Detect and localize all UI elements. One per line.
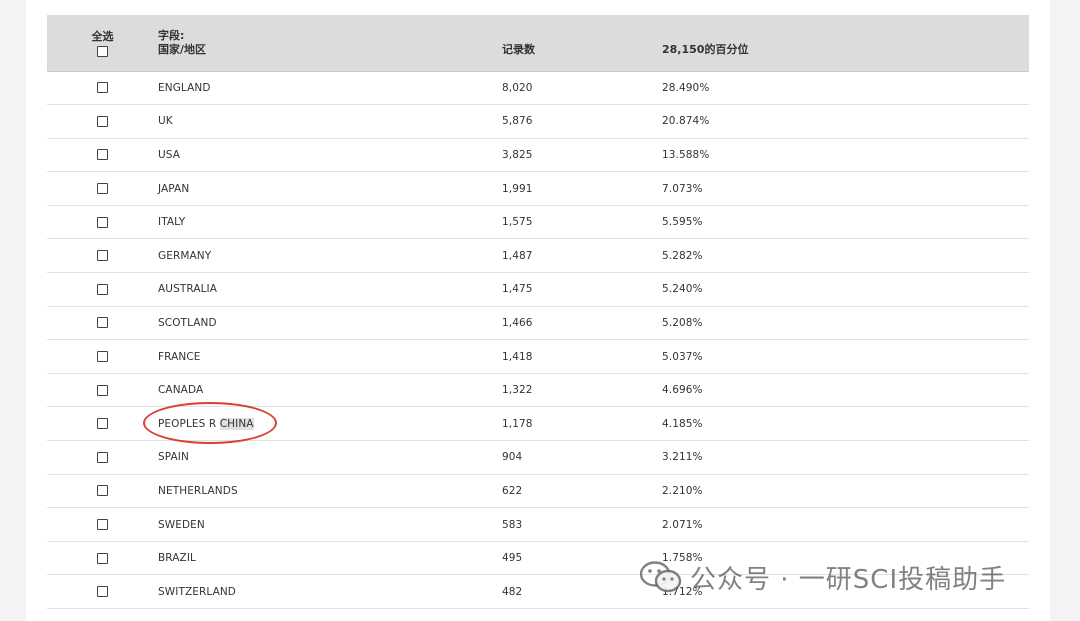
record-count: 622 [502, 474, 662, 509]
row-checkbox[interactable] [97, 317, 108, 329]
percentage: 5.208% [662, 306, 1029, 341]
country-name: USA [158, 138, 502, 173]
row-checkbox[interactable] [97, 250, 108, 262]
country-name: ENGLAND [158, 71, 502, 106]
table-row: CANADA 1,322 4.696% [47, 373, 1029, 408]
record-count: 1,418 [502, 339, 662, 374]
table-row: PEOPLES R CHINA 1,178 4.185% [47, 406, 1029, 442]
country-name: PEOPLES R CHINA [158, 406, 502, 442]
percentage: 7.073% [662, 171, 1029, 206]
select-all-header: 全选 [47, 15, 158, 72]
record-count: 583 [502, 507, 662, 542]
select-all-checkbox[interactable] [97, 45, 108, 57]
country-name: AUSTRALIA [158, 272, 502, 307]
row-checkbox[interactable] [97, 552, 108, 564]
row-checkbox[interactable] [97, 384, 108, 396]
table-row: ENGLAND 8,020 28.490% [47, 71, 1029, 106]
table-header-row: 全选 字段: 国家/地区 记录数 28,150的百分位 [47, 15, 1029, 72]
table-row: NETHERLANDS 622 2.210% [47, 474, 1029, 509]
country-name: BRAZIL [158, 541, 502, 576]
record-count: 1,178 [502, 406, 662, 442]
record-count: 482 [502, 574, 662, 609]
record-count: 1,466 [502, 306, 662, 341]
percentage: 2.210% [662, 474, 1029, 509]
record-count: 3,825 [502, 138, 662, 173]
table-row: AUSTRALIA 1,475 5.240% [47, 272, 1029, 307]
record-count-header[interactable]: 记录数 [502, 15, 662, 72]
country-name-prefix: PEOPLES R [158, 417, 217, 430]
record-count: 1,322 [502, 373, 662, 408]
country-name: SPAIN [158, 440, 502, 475]
table-row: USA 3,825 13.588% [47, 138, 1029, 173]
percentage: 3.211% [662, 440, 1029, 475]
results-panel: 全选 字段: 国家/地区 记录数 28,150的百分位 ENGLAND 8,02… [26, 0, 1050, 621]
country-name: JAPAN [158, 171, 502, 206]
field-header: 字段: 国家/地区 [158, 15, 502, 72]
row-checkbox[interactable] [97, 418, 108, 430]
percentage: 20.874% [662, 104, 1029, 139]
country-name: UK [158, 104, 502, 139]
select-all-label: 全选 [91, 29, 114, 43]
record-count: 8,020 [502, 71, 662, 106]
record-count: 5,876 [502, 104, 662, 139]
percentage: 5.282% [662, 238, 1029, 274]
analysis-results-table: 全选 字段: 国家/地区 记录数 28,150的百分位 ENGLAND 8,02… [47, 15, 1029, 609]
row-checkbox[interactable] [97, 586, 108, 598]
percentage: 5.240% [662, 272, 1029, 307]
country-name: CANADA [158, 373, 502, 408]
percentage: 28.490% [662, 71, 1029, 106]
field-label: 字段: [158, 28, 185, 42]
table-row: JAPAN 1,991 7.073% [47, 171, 1029, 206]
row-checkbox[interactable] [97, 451, 108, 463]
percentage: 13.588% [662, 138, 1029, 173]
country-name: FRANCE [158, 339, 502, 374]
table-row: SCOTLAND 1,466 5.208% [47, 306, 1029, 341]
wechat-icon [640, 561, 682, 593]
row-checkbox[interactable] [97, 82, 108, 94]
record-count: 1,575 [502, 205, 662, 240]
percent-header[interactable]: 28,150的百分位 [662, 15, 1029, 72]
table-row: GERMANY 1,487 5.282% [47, 238, 1029, 274]
percentage: 4.185% [662, 406, 1029, 442]
watermark-text: 公众号 · 一研SCI投稿助手 [690, 564, 1007, 595]
row-checkbox[interactable] [97, 519, 108, 531]
record-count: 1,487 [502, 238, 662, 274]
table-row: SWEDEN 583 2.071% [47, 507, 1029, 542]
row-checkbox[interactable] [97, 283, 108, 295]
country-name: SWEDEN [158, 507, 502, 542]
field-name: 国家/地区 [158, 42, 207, 56]
record-count: 904 [502, 440, 662, 475]
table-row: ITALY 1,575 5.595% [47, 205, 1029, 240]
country-name: NETHERLANDS [158, 474, 502, 509]
table-row: UK 5,876 20.874% [47, 104, 1029, 139]
country-name: SWITZERLAND [158, 574, 502, 609]
row-checkbox[interactable] [97, 149, 108, 161]
country-name: ITALY [158, 205, 502, 240]
country-name: SCOTLAND [158, 306, 502, 341]
percentage: 4.696% [662, 373, 1029, 408]
percentage: 5.037% [662, 339, 1029, 374]
row-checkbox[interactable] [97, 115, 108, 127]
row-checkbox[interactable] [97, 216, 108, 228]
percentage: 2.071% [662, 507, 1029, 542]
row-checkbox[interactable] [97, 485, 108, 497]
percentage: 5.595% [662, 205, 1029, 240]
watermark: 公众号 · 一研SCI投稿助手 [640, 560, 1007, 595]
row-checkbox[interactable] [97, 351, 108, 363]
country-name-highlight: CHINA [219, 417, 254, 430]
record-count: 495 [502, 541, 662, 576]
table-row: FRANCE 1,418 5.037% [47, 339, 1029, 374]
row-checkbox[interactable] [97, 183, 108, 195]
record-count: 1,991 [502, 171, 662, 206]
country-name: GERMANY [158, 238, 502, 274]
table-row: SPAIN 904 3.211% [47, 440, 1029, 475]
record-count: 1,475 [502, 272, 662, 307]
